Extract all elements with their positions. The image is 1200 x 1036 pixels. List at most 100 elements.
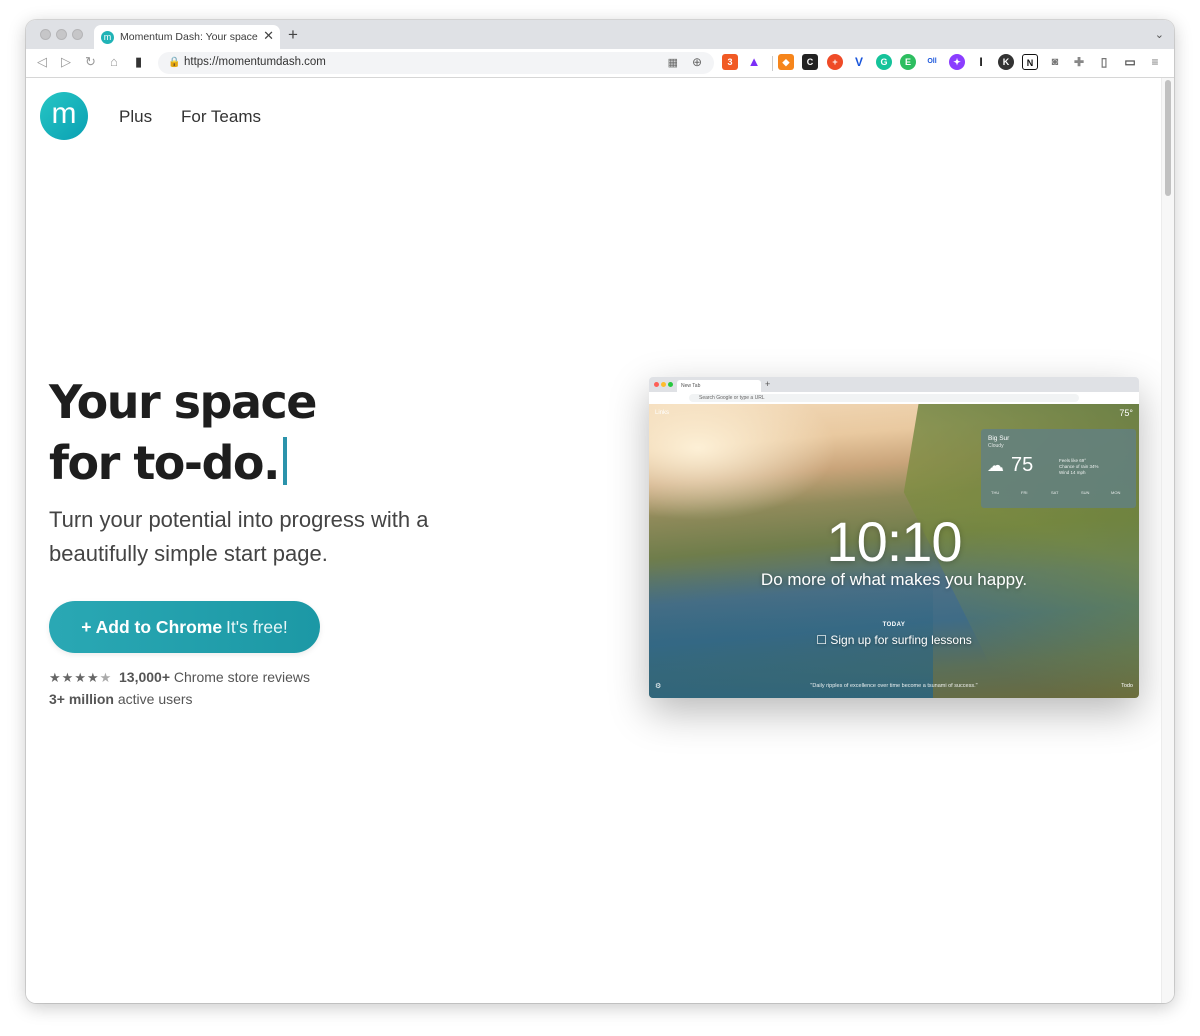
oii-extension-icon[interactable]: Oll	[924, 54, 940, 70]
preview-close-dot	[654, 382, 659, 387]
new-tab-icon[interactable]: +	[288, 25, 298, 45]
headline-line-2: for to-do.	[49, 436, 281, 490]
star-icon: ★	[86, 670, 100, 685]
users-count: 3+ million	[49, 691, 114, 707]
weather-wind: Wind 14 mph	[1059, 470, 1086, 475]
todo-item: ☐ Sign up for surfing lessons	[649, 633, 1139, 647]
reload-icon[interactable]: ↻	[85, 55, 96, 69]
star-icon: ★	[49, 670, 62, 685]
preview-tab: New Tab	[677, 380, 761, 392]
extension-badge: 3	[727, 57, 733, 67]
checkbox-icon: ☐	[816, 633, 827, 647]
headline-line-1: Your space	[49, 375, 317, 429]
brave-shields-icon[interactable]: 3	[722, 54, 738, 70]
users-line: 3+ million active users	[49, 691, 193, 707]
preview-top-temp: 75°	[1119, 408, 1133, 418]
puzzle-icon[interactable]: ✚	[1071, 54, 1087, 70]
brave-rewards-icon[interactable]: ▲	[746, 54, 762, 70]
forecast-day: SUN	[1081, 490, 1090, 495]
reviews-label: Chrome store reviews	[173, 669, 311, 685]
preview-links: Links	[655, 410, 670, 416]
nav-for-teams[interactable]: For Teams	[181, 107, 261, 127]
url-text: https://momentumdash.com	[184, 56, 326, 68]
camera-icon[interactable]: ◙	[1047, 54, 1063, 70]
add-to-chrome-button[interactable]: + Add to Chrome It's free!	[49, 601, 320, 653]
v-extension-icon[interactable]: V	[851, 54, 867, 70]
preview-quote: "Daily ripples of excellence over time b…	[810, 683, 978, 689]
browser-toolbar: ◁ ▷ ↻ ⌂ ▮ 🔒 https://momentumdash.com ▦ ⊕…	[26, 49, 1174, 78]
metamask-icon[interactable]: ◆	[778, 54, 794, 70]
back-icon[interactable]: ◁	[37, 55, 47, 69]
menu-icon[interactable]: ≡	[1147, 54, 1163, 70]
zoom-icon[interactable]: ⊕	[692, 55, 702, 69]
purple-extension-icon[interactable]: ✦	[949, 54, 965, 70]
forecast-day: THU	[991, 490, 1000, 495]
scroll-thumb[interactable]	[1165, 80, 1171, 196]
preview-todo-link: Todo	[1121, 683, 1133, 689]
users-label: active users	[117, 691, 193, 707]
cta-free-label: It's free!	[226, 617, 288, 637]
preview-zoom-dot	[668, 382, 673, 387]
lock-icon: 🔒	[168, 57, 181, 68]
bookmark-icon[interactable]: ▮	[135, 55, 142, 69]
notion-icon[interactable]: N	[1022, 54, 1038, 70]
forecast-day: SAT	[1051, 490, 1059, 495]
grammarly-icon[interactable]: G	[876, 54, 892, 70]
preview-new-tab-icon: +	[765, 379, 771, 389]
page-content: m Plus For Teams Your space for to-do. T…	[26, 78, 1162, 1003]
sidebar-icon[interactable]: ▯	[1096, 54, 1112, 70]
tab-close-icon[interactable]: ✕	[263, 28, 274, 44]
todo-text: Sign up for surfing lessons	[830, 633, 972, 647]
minimize-window-button[interactable]	[56, 29, 67, 40]
forward-icon[interactable]: ▷	[61, 55, 71, 69]
i-extension-icon[interactable]: I	[973, 54, 989, 70]
tab-title: Momentum Dash: Your space fo	[120, 31, 260, 43]
forecast-day: MON	[1111, 490, 1121, 495]
cloud-icon: ☁	[987, 456, 1004, 475]
reviews-count: 13,000+	[119, 669, 170, 685]
k-extension-icon[interactable]: K	[998, 54, 1014, 70]
weather-condition: Cloudy	[988, 443, 1004, 449]
home-icon[interactable]: ⌂	[110, 55, 118, 69]
evernote-icon[interactable]: E	[900, 54, 916, 70]
momentum-logo[interactable]: m	[40, 92, 88, 140]
half-star-icon: ★	[99, 670, 113, 685]
typing-cursor	[283, 437, 288, 485]
tab-momentum[interactable]: m Momentum Dash: Your space fo ✕	[94, 25, 280, 49]
rating-stars: ★★★★★	[49, 670, 112, 686]
preview-clock: 10:10	[826, 510, 962, 573]
weather-forecast: THU FRI SAT SUN MON	[987, 490, 1130, 502]
qr-code-icon[interactable]: ▦	[668, 56, 678, 69]
toolbar-divider	[772, 56, 773, 71]
nav-plus[interactable]: Plus	[119, 107, 152, 127]
zoom-window-button[interactable]	[72, 29, 83, 40]
hero-headline: Your space for to-do.	[49, 372, 317, 494]
page-scrollbar[interactable]	[1161, 78, 1174, 1003]
hero-subheadline: Turn your potential into progress with a…	[49, 507, 429, 566]
logo-letter: m	[51, 97, 77, 130]
weather-temp: 75	[1011, 454, 1034, 476]
plus-extension-icon[interactable]: +	[827, 54, 843, 70]
tab-list-chevron-icon[interactable]: ⌄	[1155, 28, 1164, 41]
forecast-day: FRI	[1021, 490, 1028, 495]
close-window-button[interactable]	[40, 29, 51, 40]
preview-minimize-dot	[661, 382, 666, 387]
tab-bar: m Momentum Dash: Your space fo ✕ + ⌄	[26, 20, 1174, 49]
star-icon: ★	[74, 670, 87, 685]
weather-details: Feels like 69° Chance of rain 34% Wind 1…	[1059, 458, 1099, 476]
browser-window: m Momentum Dash: Your space fo ✕ + ⌄ ◁ ▷…	[26, 20, 1174, 1003]
preview-tab-bar: New Tab +	[649, 377, 1139, 392]
today-label: TODAY	[882, 622, 906, 628]
star-icon: ★	[61, 670, 75, 685]
momentum-favicon-icon: m	[101, 31, 114, 44]
preview-search-field: Search Google or type a URL	[689, 394, 1079, 402]
reviews-line: 13,000+ Chrome store reviews	[119, 669, 310, 685]
weather-city: Big Sur	[988, 435, 1010, 442]
address-bar[interactable]: 🔒 https://momentumdash.com ▦ ⊕	[158, 52, 714, 74]
product-preview-screenshot: New Tab + Search Google or type a URL Li…	[649, 377, 1139, 698]
weather-widget: Big Sur Cloudy ☁ 75 Feels like 69° Chanc…	[981, 429, 1136, 508]
wallet-icon[interactable]: ▭	[1122, 54, 1138, 70]
cta-main-label: + Add to Chrome	[81, 617, 223, 637]
c-extension-icon[interactable]: C	[802, 54, 818, 70]
preview-mantra: Do more of what makes you happy.	[760, 570, 1028, 589]
